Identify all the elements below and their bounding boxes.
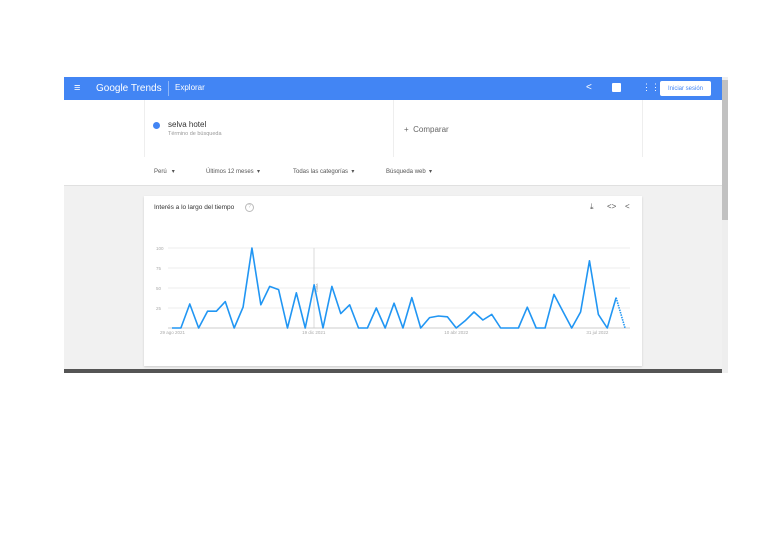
signin-button[interactable]: Iniciar sesión — [660, 81, 711, 96]
apps-grid-icon[interactable]: ⋮⋮ — [642, 82, 660, 93]
search-terms-bar: selva hotel Término de búsqueda + Compar… — [64, 100, 722, 158]
filter-region[interactable]: Perú ▾ — [154, 168, 175, 175]
filter-search-type[interactable]: Búsqueda web ▾ — [386, 168, 432, 175]
filter-label: Búsqueda web — [386, 169, 426, 175]
x-tick-label: 29 ago 2021 — [160, 330, 186, 335]
y-tick-label: 75 — [156, 266, 162, 271]
line-chart: 100 75 50 25 29 ago 2021 19 dic 2021 10 abr 20… — [156, 246, 630, 335]
filter-label: Últimos 12 meses — [206, 169, 254, 175]
filter-category[interactable]: Todas las categorías ▾ — [293, 168, 354, 175]
divider — [393, 100, 394, 157]
filter-label: Perú — [154, 169, 167, 175]
divider — [642, 100, 643, 157]
partial-data-line — [615, 297, 626, 329]
y-tick-label: 25 — [156, 306, 162, 311]
x-tick-label: 10 abr 2022 — [444, 330, 469, 335]
x-tick-label: 31 jul 2022 — [586, 330, 609, 335]
dropdown-arrow-icon: ▾ — [171, 169, 175, 175]
search-term[interactable]: selva hotel — [168, 120, 206, 129]
dropdown-arrow-icon: ▾ — [351, 169, 355, 175]
menu-icon[interactable]: ≡ — [74, 82, 80, 94]
page-title: Explorar — [175, 83, 205, 92]
interest-over-time-card: Interés a lo largo del tiempo ? ⤓ <> < 1… — [144, 196, 642, 366]
share-icon[interactable]: < — [586, 82, 592, 93]
compare-label: Comparar — [413, 125, 449, 134]
search-term-type: Término de búsqueda — [168, 131, 222, 137]
bottom-bar — [64, 369, 722, 373]
series-color-dot — [153, 122, 160, 129]
google-trends-logo[interactable]: Google Trends — [96, 83, 162, 94]
dropdown-arrow-icon: ▾ — [429, 169, 433, 175]
feedback-icon[interactable] — [612, 83, 621, 92]
filter-time[interactable]: Últimos 12 meses ▾ — [206, 168, 260, 175]
compare-button[interactable]: + Comparar — [404, 125, 449, 134]
plus-icon: + — [404, 125, 414, 134]
y-tick-label: 100 — [156, 246, 164, 251]
divider — [144, 100, 145, 157]
scrollbar-thumb[interactable] — [722, 80, 728, 220]
x-tick-label: 19 dic 2021 — [302, 330, 326, 335]
divider — [168, 81, 169, 96]
filters-bar: Perú ▾ Últimos 12 meses ▾ Todas las cate… — [64, 157, 722, 186]
y-tick-label: 50 — [156, 286, 162, 291]
top-bar: ≡ Google Trends Explorar < ⋮⋮ Iniciar se… — [64, 77, 722, 100]
filter-label: Todas las categorías — [293, 169, 349, 175]
dropdown-arrow-icon: ▾ — [257, 169, 261, 175]
